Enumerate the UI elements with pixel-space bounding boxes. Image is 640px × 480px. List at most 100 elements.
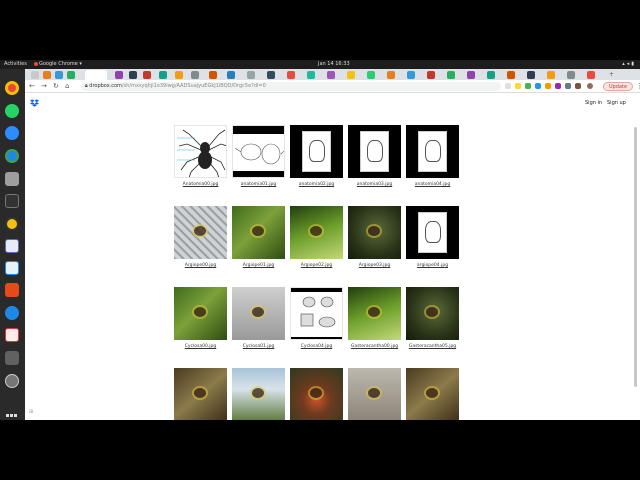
file-thumbnail[interactable] [232,206,285,259]
app-menu[interactable]: Google Chrome ▾ [34,61,82,67]
tab[interactable] [587,71,595,79]
file-thumbnail[interactable] [174,368,227,421]
file-thumbnail[interactable] [348,206,401,259]
extensions-puzzle-icon[interactable] [575,83,581,89]
file-thumbnail[interactable] [174,287,227,340]
help-icon[interactable] [5,306,19,320]
file-name-link[interactable]: anatomia01.jpg [232,182,285,187]
tab[interactable] [527,71,535,79]
tab[interactable] [67,71,75,79]
file-name-link[interactable]: Cyclosa01.jpg [232,344,285,349]
address-bar[interactable]: 🔒︎ dropbox.com/sh/mxsyqhjl1o39iwg/AADSua… [81,82,501,91]
file-thumbnail[interactable] [290,368,343,421]
dropbox-logo-icon[interactable] [30,99,39,107]
file-thumbnail[interactable] [232,368,285,421]
tab[interactable] [447,71,455,79]
tab[interactable] [507,71,515,79]
clock[interactable]: Jan 14 16:33 [318,61,350,67]
file-thumbnail[interactable] [348,368,401,421]
software-center-icon[interactable] [5,283,19,297]
sign-up-link[interactable]: Sign up [607,100,626,106]
tab[interactable] [567,71,575,79]
reload-icon[interactable]: ↻ [53,82,59,90]
forward-arrow-icon[interactable]: → [41,82,47,90]
terminal-icon[interactable] [5,194,19,208]
file-name-link[interactable]: Argiope01.jpg [232,263,285,268]
tab[interactable] [191,71,199,79]
update-button[interactable]: Update [603,82,633,91]
tab[interactable] [427,71,435,79]
file-thumbnail[interactable] [290,287,343,340]
file-thumbnail[interactable] [174,125,227,178]
settings-icon[interactable] [5,328,19,342]
file-name-link[interactable]: Cyclosa00.jpg [174,344,227,349]
document-icon[interactable] [5,261,19,275]
tab[interactable] [487,71,495,79]
file-name-link[interactable]: Argiope02.jpg [290,263,343,268]
file-thumbnail[interactable] [290,206,343,259]
tab[interactable] [143,71,151,79]
extension-icon[interactable] [525,83,531,89]
rhythmbox-icon[interactable] [5,217,19,231]
file-name-link[interactable]: Gasteracantha05.jpg [406,344,459,349]
back-arrow-icon[interactable]: ← [29,82,35,90]
tab[interactable] [267,71,275,79]
activities-button[interactable]: Activities [4,61,27,67]
file-name-link[interactable]: Argiope00.jpg [174,263,227,268]
tab[interactable] [347,71,355,79]
tab[interactable] [55,71,63,79]
file-thumbnail[interactable] [406,287,459,340]
file-name-link[interactable]: anatomia03.jpg [348,182,401,187]
file-name-link[interactable]: Argiope03.jpg [348,263,401,268]
tab[interactable] [209,71,217,79]
file-name-link[interactable]: anatomia02.jpg [290,182,343,187]
file-name-link[interactable]: Gasteracantha00.jpg [348,344,401,349]
scrollbar[interactable] [634,127,637,387]
tab[interactable] [407,71,415,79]
tab[interactable] [467,71,475,79]
new-tab-plus-icon[interactable]: + [609,71,617,79]
file-name-link[interactable]: argiope04.jpg [406,263,459,268]
whatsapp-icon[interactable] [5,104,19,118]
file-thumbnail[interactable] [174,206,227,259]
extension-icon[interactable] [545,83,551,89]
system-tray[interactable]: ▴◂▮ [622,61,636,67]
camera-icon[interactable] [5,351,19,365]
help-icon[interactable]: ⊞ [29,409,33,415]
tab[interactable] [307,71,315,79]
home-icon[interactable]: ⌂ [65,82,69,90]
app-grid-icon[interactable] [6,403,18,455]
file-thumbnail[interactable] [290,125,343,178]
install-icon[interactable] [5,374,19,388]
tab[interactable] [227,71,235,79]
menu-kebab-icon[interactable]: ⋮ [636,82,640,90]
tab[interactable] [327,71,335,79]
text-editor-icon[interactable] [5,239,19,253]
extension-icon[interactable] [535,83,541,89]
extension-icon[interactable] [565,83,571,89]
file-name-link[interactable]: Anatomia00.jpg [174,182,227,187]
tab[interactable] [31,71,39,79]
tab[interactable] [387,71,395,79]
files-icon[interactable] [5,172,19,186]
tab[interactable] [129,71,137,79]
profile-avatar[interactable] [587,83,593,89]
tab[interactable] [115,71,123,79]
file-thumbnail[interactable] [232,125,285,178]
file-thumbnail[interactable] [348,287,401,340]
share-icon[interactable] [505,83,511,89]
chrome-icon[interactable] [5,81,19,95]
tab[interactable] [175,71,183,79]
tab[interactable] [367,71,375,79]
file-thumbnail[interactable] [406,125,459,178]
tab[interactable] [287,71,295,79]
tab-active-dropbox[interactable] [85,70,107,80]
tab[interactable] [159,71,167,79]
file-name-link[interactable]: Cyclosa04.jpg [290,344,343,349]
bookmark-star-icon[interactable] [515,83,521,89]
browser-icon[interactable] [5,149,19,163]
tab[interactable] [43,71,51,79]
sign-in-link[interactable]: Sign in [585,100,602,106]
file-thumbnail[interactable] [406,368,459,421]
tab[interactable] [547,71,555,79]
